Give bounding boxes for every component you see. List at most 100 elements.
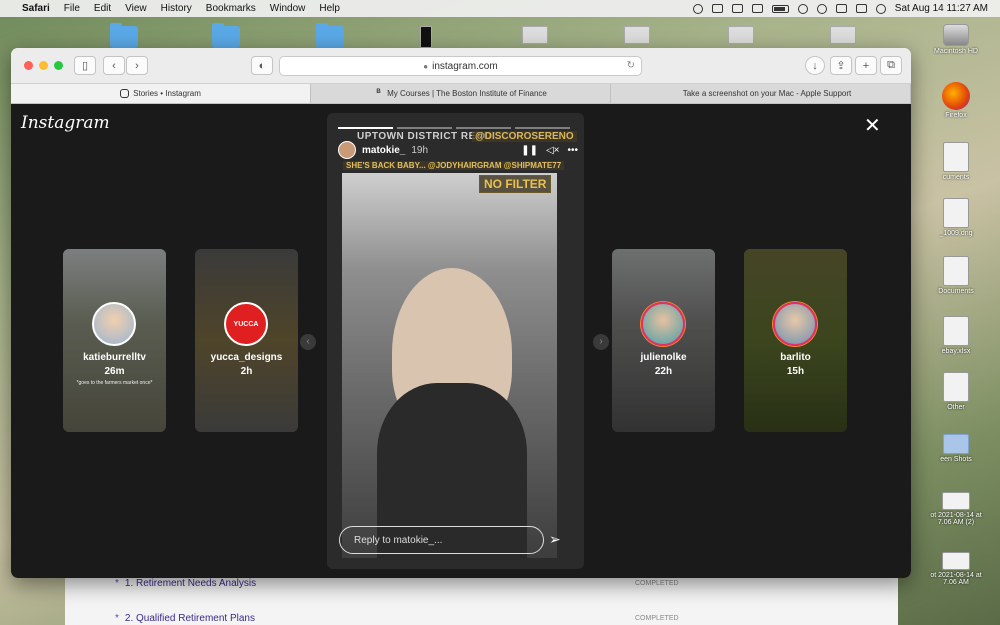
instagram-logo[interactable]: Instagram	[21, 113, 110, 133]
desktop-item[interactable]: Firefox	[912, 82, 1000, 119]
course-link[interactable]: * 1. Retirement Needs Analysis	[115, 578, 256, 589]
avatar	[92, 302, 136, 346]
desktop-item[interactable]: Macintosh HD	[912, 24, 1000, 55]
story-username[interactable]: matokie_	[362, 145, 405, 156]
desktop-document-icon[interactable]	[624, 26, 650, 44]
desktop-item[interactable]: Documents	[912, 256, 1000, 295]
creative-cloud-icon[interactable]	[692, 3, 703, 14]
tab-instagram-stories[interactable]: Stories • Instagram	[11, 84, 311, 103]
battery-icon[interactable]	[771, 4, 789, 13]
downloads-button[interactable]: ↓	[805, 56, 825, 75]
dropbox-icon[interactable]	[731, 4, 743, 13]
siri-icon[interactable]	[875, 3, 886, 14]
mute-icon[interactable]: ◁×	[546, 145, 560, 156]
document-icon	[943, 256, 969, 286]
story-preview[interactable]: katieburrelltv 26m *goes to the farmers …	[63, 249, 166, 432]
active-story[interactable]: UPTOWN DISTRICT RENO @DISCOROSERENO mato…	[327, 113, 584, 569]
back-button[interactable]: ‹	[103, 56, 125, 75]
tab-apple-support[interactable]: Take a screenshot on your Mac - Apple Su…	[611, 84, 911, 103]
story-preview[interactable]: YUCCA yucca_designs 2h	[195, 249, 298, 432]
document-icon	[943, 142, 969, 172]
story-age: 15h	[786, 366, 805, 377]
spotlight-search-icon[interactable]	[816, 3, 827, 14]
send-icon[interactable]: ➢	[549, 531, 561, 548]
pause-icon[interactable]: ❚❚	[521, 145, 538, 156]
zoom-window-button[interactable]	[54, 61, 63, 70]
desktop-folder-icon[interactable]	[212, 23, 240, 48]
browser-toolbar: ▯ ‹ › ◐ ● instagram.com ↻ ↓ ⇪ + ⧉	[11, 48, 911, 84]
desktop-document-icon[interactable]	[728, 26, 754, 44]
document-icon	[943, 372, 969, 402]
menu-history[interactable]: History	[161, 3, 192, 14]
menu-view[interactable]: View	[125, 3, 147, 14]
user-icon[interactable]	[835, 4, 847, 13]
story-preview[interactable]: julienolke 22h	[612, 249, 715, 432]
desktop-item[interactable]: cuments	[912, 142, 1000, 181]
finder-status-icon[interactable]	[711, 4, 723, 13]
menu-bookmarks[interactable]: Bookmarks	[206, 3, 256, 14]
avatar	[641, 302, 685, 346]
story-preview[interactable]: barlito 15h	[744, 249, 847, 432]
menu-file[interactable]: File	[64, 3, 80, 14]
reply-input[interactable]: Reply to matokie_...	[339, 526, 544, 554]
share-icon: ⇪	[836, 60, 846, 72]
forward-button[interactable]: ›	[126, 56, 148, 75]
instagram-icon	[120, 89, 130, 98]
close-window-button[interactable]	[24, 61, 33, 70]
story-username: barlito	[780, 352, 811, 363]
share-button[interactable]: ⇪	[830, 56, 852, 75]
bluetooth-icon[interactable]	[751, 4, 763, 13]
desktop-item[interactable]: een Shots	[912, 434, 1000, 463]
menu-app-name[interactable]: Safari	[22, 3, 50, 14]
next-story-button[interactable]: ›	[593, 334, 609, 350]
more-options-icon[interactable]: •••	[567, 145, 578, 156]
tab-my-courses[interactable]: B My Courses | The Boston Institute of F…	[311, 84, 611, 103]
story-username: julienolke	[640, 352, 687, 363]
privacy-report-button[interactable]: ◐	[251, 56, 273, 75]
menu-datetime[interactable]: Sat Aug 14 11:27 AM	[895, 3, 988, 14]
new-tab-button[interactable]: +	[855, 56, 877, 75]
desktop-folder-icon[interactable]	[316, 23, 344, 48]
desktop-item[interactable]: ebay.xlsx	[912, 316, 1000, 355]
chevron-right-icon: ›	[135, 59, 139, 72]
desktop-file-icon[interactable]	[420, 26, 432, 48]
tabs-icon: ⧉	[887, 59, 895, 71]
desktop-item[interactable]: ot 2021-08-14 at 7.06 AM	[912, 552, 1000, 586]
screenshot-file-icon	[942, 552, 970, 570]
control-center-icon[interactable]	[855, 4, 867, 13]
minimize-window-button[interactable]	[39, 61, 48, 70]
yucca-logo-avatar: YUCCA	[224, 302, 268, 346]
desktop-item[interactable]: ot 2021-08-14 at 7.06 AM (2)	[912, 492, 1000, 526]
menu-edit[interactable]: Edit	[94, 3, 111, 14]
course-link[interactable]: * 2. Qualified Retirement Plans	[115, 613, 255, 624]
stories-viewer: Instagram ✕ katieburrelltv 26m *goes to …	[11, 104, 911, 578]
avatar[interactable]	[338, 141, 356, 159]
apple-icon	[670, 89, 679, 98]
url-text: instagram.com	[432, 60, 498, 72]
course-status: COMPLETED	[635, 580, 679, 587]
desktop-item[interactable]: _1009.dng	[912, 198, 1000, 237]
tab-overview-button[interactable]: ⧉	[880, 56, 902, 75]
tab-bar: Stories • Instagram B My Courses | The B…	[11, 84, 911, 104]
desktop-image-icon[interactable]	[830, 26, 856, 44]
reload-icon[interactable]: ↻	[627, 60, 635, 71]
close-icon[interactable]: ✕	[864, 116, 881, 136]
desktop-image-icon[interactable]	[522, 26, 548, 44]
chevron-left-icon: ‹	[306, 336, 310, 347]
story-progress-segment	[515, 127, 570, 129]
desktop-item[interactable]: Other	[912, 372, 1000, 411]
story-age: 2h	[240, 366, 253, 377]
story-username: yucca_designs	[210, 352, 283, 363]
sidebar-toggle-button[interactable]: ▯	[74, 56, 96, 75]
previous-story-button[interactable]: ‹	[300, 334, 316, 350]
story-progress-segment	[397, 127, 452, 129]
spreadsheet-icon	[943, 316, 969, 346]
story-username: katieburrelltv	[83, 352, 146, 363]
desktop-folder-icon[interactable]	[110, 23, 138, 48]
menu-help[interactable]: Help	[319, 3, 340, 14]
story-sticker-text: SHE'S BACK BABY... @JODYHAIRGRAM @SHIPMA…	[343, 161, 565, 170]
address-bar[interactable]: ● instagram.com ↻	[279, 56, 642, 76]
wifi-icon[interactable]	[797, 3, 808, 14]
story-sticker-nofilter: NO FILTER	[479, 175, 552, 193]
menu-window[interactable]: Window	[270, 3, 306, 14]
